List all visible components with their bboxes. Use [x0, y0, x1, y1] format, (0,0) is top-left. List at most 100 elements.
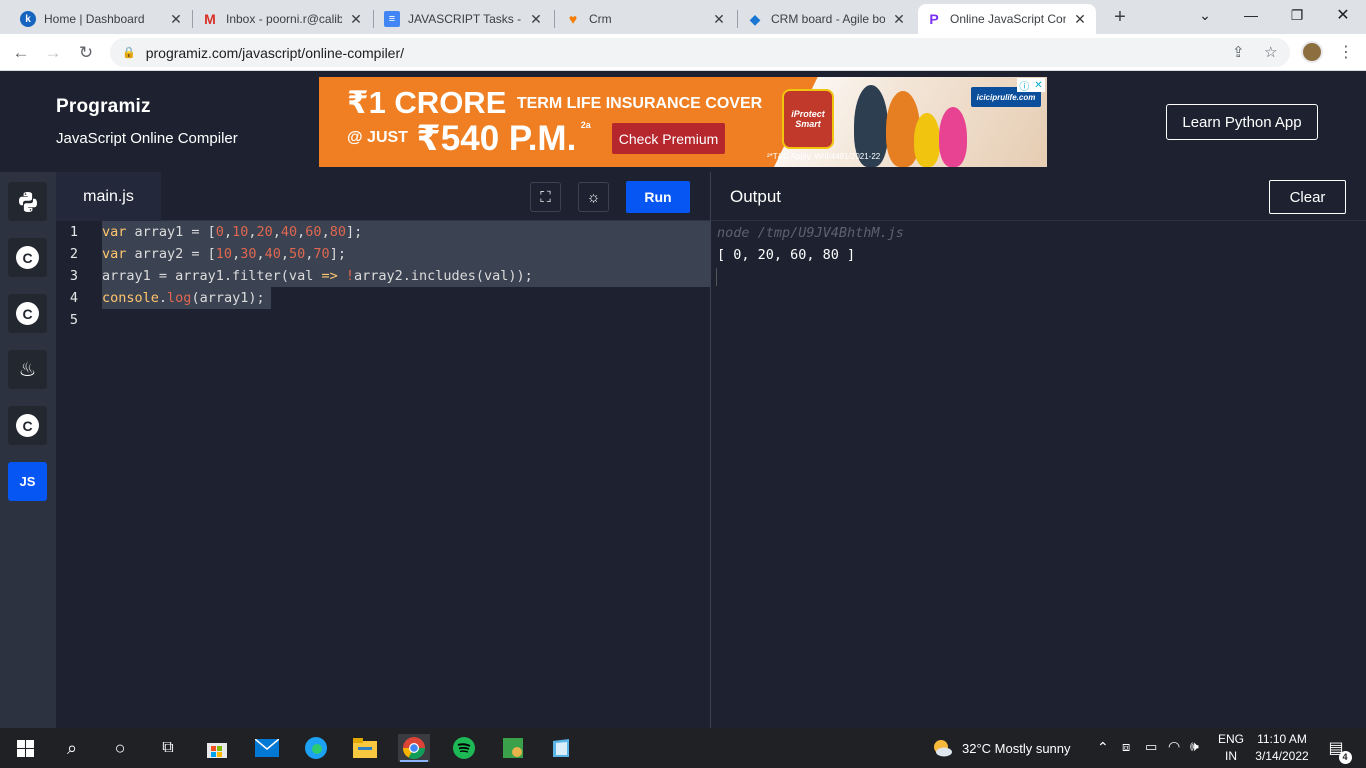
- cpp-icon: C: [16, 302, 39, 325]
- clear-button[interactable]: Clear: [1269, 180, 1346, 214]
- tab-title: Home | Dashboard: [44, 12, 145, 26]
- line-number: 4: [69, 290, 79, 306]
- address-bar[interactable]: 🔒 programiz.com/javascript/online-compil…: [110, 38, 1290, 67]
- chrome-icon[interactable]: [398, 734, 430, 762]
- close-icon[interactable]: ✕: [168, 11, 184, 28]
- ad-terms: ²*T&C Apply. W/II/4481/2021-22: [767, 152, 881, 161]
- share-icon[interactable]: ⇪: [1232, 43, 1245, 61]
- page-subtitle: JavaScript Online Compiler: [56, 130, 238, 147]
- line-number: 1: [69, 224, 79, 240]
- spotify-icon[interactable]: [450, 734, 478, 762]
- language-cpp[interactable]: C: [8, 294, 47, 333]
- clock-time: 11:10 AM: [1257, 732, 1307, 746]
- new-tab-button[interactable]: +: [1108, 6, 1132, 29]
- google-docs-icon: ≡: [384, 11, 400, 27]
- heart-icon: ♥: [568, 11, 578, 27]
- tab-gmail-inbox[interactable]: M Inbox - poorni.r@calib ✕: [194, 4, 372, 34]
- reload-icon[interactable]: ↻: [73, 40, 99, 66]
- theme-toggle-sun-icon[interactable]: ☼: [578, 182, 609, 212]
- forward-icon[interactable]: →: [40, 40, 66, 66]
- tab-javascript-tasks[interactable]: ≡ JAVASCRIPT Tasks - Po ✕: [376, 4, 552, 34]
- browser-menu-icon[interactable]: ⋮: [1338, 42, 1354, 62]
- programiz-logo[interactable]: Programiz: [56, 96, 151, 118]
- active-app-indicator: [400, 760, 428, 762]
- output-result: [ 0, 20, 60, 80 ]: [717, 247, 856, 263]
- iprotect-smart-badge: iProtect Smart: [782, 89, 834, 149]
- output-console[interactable]: node /tmp/U9JV4BhthM.js [ 0, 20, 60, 80 …: [710, 221, 1366, 728]
- bookmark-star-icon[interactable]: ☆: [1264, 43, 1277, 61]
- profile-avatar[interactable]: [1301, 41, 1323, 63]
- meet-now-icon[interactable]: ⧈: [1122, 739, 1130, 755]
- language-python[interactable]: [8, 182, 47, 221]
- wifi-icon[interactable]: ◠: [1168, 738, 1180, 755]
- language-javascript[interactable]: JS: [8, 462, 47, 501]
- lock-icon: 🔒: [122, 47, 136, 59]
- battery-icon[interactable]: ▭: [1145, 739, 1157, 755]
- weather-sunny-icon[interactable]: [930, 734, 954, 762]
- file-tab-main-js[interactable]: main.js: [56, 172, 161, 221]
- close-icon[interactable]: ✕: [711, 11, 727, 28]
- cortana-icon[interactable]: ○: [106, 734, 134, 762]
- language-c[interactable]: C: [8, 238, 47, 277]
- kissflow-icon: k: [20, 11, 36, 27]
- windows-start-icon[interactable]: [11, 734, 39, 762]
- learn-python-app-button[interactable]: Learn Python App: [1166, 104, 1318, 140]
- language-csharp[interactable]: C: [8, 406, 47, 445]
- code-text: var array2 = [10,30,40,50,70];: [102, 246, 346, 262]
- input-language[interactable]: ENG IN: [1216, 731, 1246, 765]
- tab-title: JAVASCRIPT Tasks - Po: [408, 12, 522, 26]
- code-editor[interactable]: 1 var array1 = [0,10,20,40,60,80]; 2 var…: [56, 221, 710, 728]
- tab-title: CRM board - Agile bo: [771, 12, 885, 26]
- chevron-up-icon[interactable]: ⌃: [1097, 739, 1109, 756]
- ad-headline: ₹1 CRORE TERM LIFE INSURANCE COVER: [347, 85, 762, 121]
- ad-choices-icon[interactable]: ⓘ ✕: [1017, 78, 1045, 93]
- tab-crm[interactable]: ♥ Crm ✕: [557, 4, 735, 34]
- close-icon[interactable]: ✕: [1072, 11, 1088, 28]
- line-number: 2: [69, 246, 79, 262]
- tab-separator: [192, 10, 193, 28]
- close-icon[interactable]: ✕: [891, 11, 907, 28]
- notification-count-badge: 4: [1338, 751, 1352, 764]
- weather-text[interactable]: 32°C Mostly sunny: [962, 741, 1071, 756]
- search-icon[interactable]: ⌕: [58, 734, 86, 762]
- url-text: programiz.com/javascript/online-compiler…: [145, 44, 405, 61]
- run-button[interactable]: Run: [626, 181, 690, 213]
- code-text: console.log(array1);: [102, 290, 265, 306]
- language-sidebar: C C ♨ C JS: [0, 172, 56, 728]
- microsoft-store-icon[interactable]: [203, 734, 231, 762]
- insurance-ad-banner[interactable]: ₹1 CRORE TERM LIFE INSURANCE COVER @ JUS…: [319, 77, 1047, 167]
- output-command: node /tmp/U9JV4BhthM.js: [717, 225, 904, 241]
- edge-icon[interactable]: [302, 734, 330, 762]
- tab-separator: [737, 10, 738, 28]
- code-line: 1 var array1 = [0,10,20,40,60,80];: [56, 221, 710, 243]
- back-icon[interactable]: ←: [8, 40, 34, 66]
- clock[interactable]: 11:10 AM 3/14/2022: [1250, 731, 1314, 765]
- close-icon[interactable]: ✕: [528, 11, 544, 28]
- tab-search-icon[interactable]: ⌄: [1182, 0, 1228, 30]
- task-view-icon[interactable]: ⧉: [154, 734, 182, 762]
- mail-icon[interactable]: [253, 734, 281, 762]
- tab-online-javascript-compiler[interactable]: P Online JavaScript Com ✕: [918, 4, 1096, 34]
- notification-center-icon[interactable]: ▤ 4: [1322, 734, 1352, 764]
- file-explorer-icon[interactable]: [351, 734, 379, 762]
- notes-app-icon[interactable]: [547, 734, 575, 762]
- code-text: array1 = array1.filter(val => !array2.in…: [102, 268, 533, 284]
- restore-button[interactable]: ❐: [1274, 0, 1320, 30]
- tab-home-dashboard[interactable]: k Home | Dashboard ✕: [12, 4, 192, 34]
- check-premium-button[interactable]: Check Premium: [612, 123, 725, 154]
- output-header: Output Clear: [710, 172, 1366, 221]
- clock-date: 3/14/2022: [1255, 749, 1309, 763]
- close-icon[interactable]: ✕: [348, 11, 364, 28]
- code-line: 4 console.log(array1);: [56, 287, 710, 309]
- browser-toolbar: ← → ↻ 🔒 programiz.com/javascript/online-…: [0, 34, 1366, 71]
- output-caret: [716, 268, 717, 286]
- fullscreen-icon[interactable]: ⛶: [530, 182, 561, 212]
- close-window-button[interactable]: ✕: [1320, 0, 1366, 30]
- ad-headline-text: TERM LIFE INSURANCE COVER: [516, 95, 763, 112]
- input-region-code: IN: [1225, 749, 1237, 763]
- tab-crm-board[interactable]: ◆ CRM board - Agile bo ✕: [739, 4, 915, 34]
- volume-icon[interactable]: 🕪: [1190, 738, 1199, 755]
- keepass-icon[interactable]: [499, 734, 527, 762]
- minimize-button[interactable]: —: [1228, 0, 1274, 30]
- language-java[interactable]: ♨: [8, 350, 47, 389]
